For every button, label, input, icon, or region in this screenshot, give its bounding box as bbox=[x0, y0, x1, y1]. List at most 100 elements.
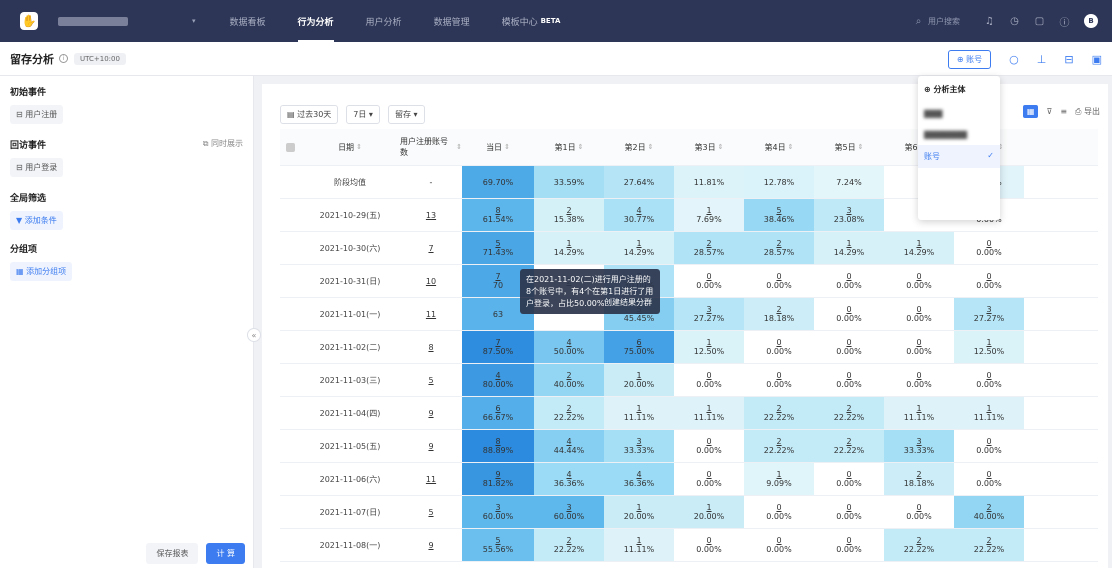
retention-count[interactable]: 2 bbox=[986, 503, 991, 512]
retention-count[interactable]: 2 bbox=[566, 371, 571, 380]
retention-count[interactable]: 0 bbox=[706, 470, 711, 479]
retention-count[interactable]: 4 bbox=[566, 437, 571, 446]
user-search[interactable]: ⌕ 用户搜索 bbox=[913, 16, 960, 27]
retention-cell[interactable]: 00.00% bbox=[814, 265, 884, 297]
retention-cell[interactable]: 3 60.00% bbox=[534, 496, 604, 528]
retention-cell[interactable]: 5 55.56% bbox=[462, 529, 534, 561]
retention-count[interactable]: 0 bbox=[916, 305, 921, 314]
retention-cell[interactable]: 00.00% bbox=[674, 463, 744, 495]
retention-count[interactable]: 2 bbox=[846, 437, 851, 446]
document-icon[interactable]: ▢ bbox=[1034, 16, 1045, 27]
retention-count[interactable]: 0 bbox=[776, 272, 781, 281]
retention-count[interactable]: 0 bbox=[776, 536, 781, 545]
retention-cell[interactable]: 3 27.27% bbox=[954, 298, 1024, 330]
row-checkbox[interactable] bbox=[280, 397, 300, 429]
retention-count[interactable]: 0 bbox=[776, 371, 781, 380]
retention-count[interactable]: 2 bbox=[776, 239, 781, 248]
row-count[interactable]: 9 bbox=[400, 397, 462, 429]
retention-cell[interactable]: 00.00% bbox=[954, 364, 1024, 396]
retention-cell[interactable]: 1 14.29% bbox=[534, 232, 604, 264]
sort-icon[interactable]: ⇕ bbox=[648, 143, 654, 151]
create-segment-button[interactable]: 创建结果分群 bbox=[604, 297, 652, 309]
return-event-chip[interactable]: ⊟ 用户登录 bbox=[10, 158, 64, 177]
row-checkbox[interactable] bbox=[280, 199, 300, 231]
retention-cell[interactable]: 1 9.09% bbox=[744, 463, 814, 495]
retention-count[interactable]: 2 bbox=[916, 536, 921, 545]
logo-icon[interactable]: ✋ bbox=[20, 12, 38, 30]
retention-count[interactable]: 4 bbox=[566, 338, 571, 347]
retention-count[interactable]: 9 bbox=[495, 470, 500, 479]
share-icon[interactable]: ▣ bbox=[1092, 53, 1102, 66]
row-count[interactable]: 10 bbox=[400, 265, 462, 297]
retention-count[interactable]: 0 bbox=[706, 272, 711, 281]
row-checkbox[interactable] bbox=[280, 430, 300, 462]
retention-cell[interactable]: 1 14.29% bbox=[884, 232, 954, 264]
retention-cell[interactable]: 00.00% bbox=[814, 331, 884, 363]
sort-icon[interactable]: ⇕ bbox=[718, 143, 724, 151]
row-checkbox[interactable] bbox=[280, 298, 300, 330]
retention-cell[interactable]: 1 20.00% bbox=[604, 364, 674, 396]
dropdown-item-blurred-2[interactable]: ▇▇▇▇▇▇▇ bbox=[918, 124, 1000, 145]
retention-cell[interactable]: 1 20.00% bbox=[604, 496, 674, 528]
retention-count[interactable]: 1 bbox=[916, 239, 921, 248]
row-count[interactable]: 8 bbox=[400, 331, 462, 363]
retention-count[interactable]: 3 bbox=[636, 437, 641, 446]
export-button[interactable]: ⎙ 导出 bbox=[1075, 106, 1100, 117]
sort-icon[interactable]: ⇕ bbox=[858, 143, 864, 151]
column-header[interactable]: 当日 ⇕ bbox=[462, 129, 534, 165]
dropdown-item-account[interactable]: 账号 ✓ bbox=[918, 145, 1000, 168]
retention-count[interactable]: 0 bbox=[986, 470, 991, 479]
retention-cell[interactable]: 3 33.33% bbox=[884, 430, 954, 462]
row-count[interactable]: 11 bbox=[400, 463, 462, 495]
retention-count[interactable]: 1 bbox=[916, 404, 921, 413]
column-header[interactable]: 第4日 ⇕ bbox=[744, 129, 814, 165]
sort-icon[interactable]: ⇕ bbox=[356, 143, 362, 151]
project-name[interactable] bbox=[58, 16, 128, 26]
retention-cell[interactable]: 2 22.22% bbox=[954, 529, 1024, 561]
retention-count[interactable]: 5 bbox=[495, 536, 500, 545]
retention-count[interactable]: 0 bbox=[846, 470, 851, 479]
retention-count[interactable]: 0 bbox=[846, 272, 851, 281]
retention-cell[interactable]: 1 11.11% bbox=[604, 529, 674, 561]
retention-cell[interactable]: 2 22.22% bbox=[884, 529, 954, 561]
retention-count[interactable]: 2 bbox=[846, 404, 851, 413]
retention-count[interactable]: 2 bbox=[776, 404, 781, 413]
save-report-button[interactable]: 保存报表 bbox=[146, 543, 199, 564]
retention-cell[interactable]: 2 15.38% bbox=[534, 199, 604, 231]
retention-cell[interactable]: 4 80.00% bbox=[462, 364, 534, 396]
chevron-down-icon[interactable]: ▾ bbox=[192, 17, 196, 25]
retention-cell[interactable]: 00.00% bbox=[884, 331, 954, 363]
retention-cell[interactable]: 00.00% bbox=[814, 364, 884, 396]
retention-cell[interactable]: 1 14.29% bbox=[814, 232, 884, 264]
retention-cell[interactable]: 6 75.00% bbox=[604, 331, 674, 363]
calculate-button[interactable]: 计 算 bbox=[206, 543, 245, 564]
retention-cell[interactable]: 2 22.22% bbox=[814, 430, 884, 462]
retention-cell[interactable]: 3 27.27% bbox=[674, 298, 744, 330]
retention-count[interactable]: 5 bbox=[495, 239, 500, 248]
retention-cell[interactable]: 4 50.00% bbox=[534, 331, 604, 363]
retention-count[interactable]: 1 bbox=[636, 536, 641, 545]
retention-count[interactable]: 0 bbox=[916, 371, 921, 380]
retention-count[interactable]: 0 bbox=[916, 338, 921, 347]
retention-cell[interactable]: 00.00% bbox=[814, 496, 884, 528]
retention-count[interactable]: 6 bbox=[495, 404, 500, 413]
row-count-link[interactable]: 13 bbox=[426, 211, 436, 220]
retention-cell[interactable]: 00.00% bbox=[674, 529, 744, 561]
add-condition-button[interactable]: ▼ 添加条件 bbox=[10, 211, 63, 230]
row-checkbox[interactable] bbox=[280, 232, 300, 264]
retention-count[interactable]: 0 bbox=[846, 503, 851, 512]
nav-behavior[interactable]: 行为分析 bbox=[282, 0, 350, 42]
retention-count[interactable]: 2 bbox=[776, 305, 781, 314]
save-icon[interactable]: ⊟ bbox=[1064, 53, 1073, 66]
initial-event-chip[interactable]: ⊟ 用户注册 bbox=[10, 105, 64, 124]
date-range-select[interactable]: ▤ 过去30天 bbox=[280, 105, 339, 124]
retention-cell[interactable]: 2 22.22% bbox=[534, 529, 604, 561]
retention-count[interactable]: 1 bbox=[776, 470, 781, 479]
row-count-link[interactable]: 9 bbox=[428, 541, 433, 550]
retention-cell[interactable]: 1 11.11% bbox=[604, 397, 674, 429]
retention-count[interactable]: 3 bbox=[916, 437, 921, 446]
retention-cell[interactable]: 00.00% bbox=[884, 496, 954, 528]
retention-cell[interactable]: 4 36.36% bbox=[534, 463, 604, 495]
table-view-icon[interactable]: ▦ bbox=[1022, 105, 1039, 118]
row-checkbox[interactable] bbox=[280, 463, 300, 495]
